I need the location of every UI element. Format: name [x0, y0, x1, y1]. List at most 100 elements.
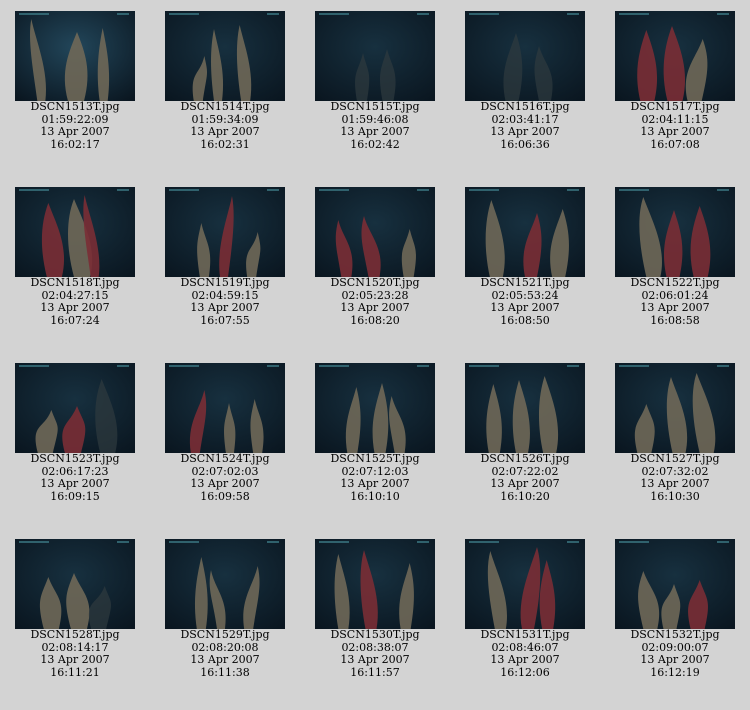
- thumbnail-image[interactable]: [315, 187, 435, 277]
- thumbnail-caption: DSCN1526T.jpg 02:07:22:02 13 Apr 2007 16:10…: [460, 452, 590, 503]
- capture-time: 16:08:58: [650, 313, 700, 327]
- file-name[interactable]: DSCN1514T.jpg: [160, 100, 290, 114]
- gallery-item[interactable]: DSCN1522T.jpg 02:06:01:24 13 Apr 2007 16:08…: [610, 187, 750, 347]
- thumbnail-image[interactable]: [465, 11, 585, 101]
- video-watermark: [717, 189, 729, 191]
- video-watermark: [117, 541, 129, 543]
- file-name[interactable]: DSCN1516T.jpg: [460, 100, 590, 114]
- file-name[interactable]: DSCN1527T.jpg: [610, 452, 740, 466]
- gallery-item[interactable]: DSCN1514T.jpg 01:59:34:09 13 Apr 2007 16:02…: [160, 11, 300, 171]
- video-watermark: [567, 13, 579, 15]
- file-name[interactable]: DSCN1517T.jpg: [610, 100, 740, 114]
- file-name[interactable]: DSCN1521T.jpg: [460, 276, 590, 290]
- thumbnail-image[interactable]: [315, 11, 435, 101]
- video-watermark: [117, 365, 129, 367]
- capture-time: 16:02:42: [350, 137, 400, 151]
- file-name[interactable]: DSCN1523T.jpg: [10, 452, 140, 466]
- thumbnail-image[interactable]: [465, 363, 585, 453]
- thumbnail-image[interactable]: [465, 539, 585, 629]
- thumbnail-gallery: DSCN1513T.jpg 01:59:22:09 13 Apr 2007 16:02…: [0, 0, 750, 710]
- video-watermark: [567, 189, 579, 191]
- thumbnail-image[interactable]: [615, 363, 735, 453]
- gallery-item[interactable]: DSCN1517T.jpg 02:04:11:15 13 Apr 2007 16:07…: [610, 11, 750, 171]
- gallery-item[interactable]: DSCN1532T.jpg 02:09:00:07 13 Apr 2007 16:12…: [610, 539, 750, 699]
- capture-date: 13 Apr 2007: [40, 477, 110, 490]
- gallery-item[interactable]: DSCN1530T.jpg 02:08:38:07 13 Apr 2007 16:11…: [310, 539, 450, 699]
- gallery-item[interactable]: DSCN1526T.jpg 02:07:22:02 13 Apr 2007 16:10…: [460, 363, 600, 523]
- thumbnail-image[interactable]: [15, 363, 135, 453]
- file-name[interactable]: DSCN1532T.jpg: [610, 628, 740, 642]
- file-name[interactable]: DSCN1513T.jpg: [10, 100, 140, 114]
- thumbnail-image[interactable]: [165, 11, 285, 101]
- video-watermark: [717, 365, 729, 367]
- video-watermark: [469, 365, 499, 367]
- thumbnail-image[interactable]: [465, 187, 585, 277]
- thumbnail-caption: DSCN1530T.jpg 02:08:38:07 13 Apr 2007 16:11…: [310, 628, 440, 679]
- thumbnail-image[interactable]: [615, 11, 735, 101]
- file-name[interactable]: DSCN1528T.jpg: [10, 628, 140, 642]
- video-watermark: [19, 365, 49, 367]
- thumbnail-image[interactable]: [15, 539, 135, 629]
- thumbnail-image[interactable]: [165, 539, 285, 629]
- capture-time: 16:08:50: [500, 313, 550, 327]
- file-name[interactable]: DSCN1530T.jpg: [310, 628, 440, 642]
- file-name[interactable]: DSCN1529T.jpg: [160, 628, 290, 642]
- thumbnail-image[interactable]: [165, 187, 285, 277]
- gallery-item[interactable]: DSCN1525T.jpg 02:07:12:03 13 Apr 2007 16:10…: [310, 363, 450, 523]
- gallery-item[interactable]: DSCN1521T.jpg 02:05:53:24 13 Apr 2007 16:08…: [460, 187, 600, 347]
- file-name[interactable]: DSCN1520T.jpg: [310, 276, 440, 290]
- file-name[interactable]: DSCN1531T.jpg: [460, 628, 590, 642]
- gallery-item[interactable]: DSCN1520T.jpg 02:05:23:28 13 Apr 2007 16:08…: [310, 187, 450, 347]
- video-watermark: [717, 541, 729, 543]
- video-watermark: [319, 189, 349, 191]
- underwater-background: [165, 11, 285, 101]
- thumbnail-image[interactable]: [615, 539, 735, 629]
- video-watermark: [469, 189, 499, 191]
- file-name[interactable]: DSCN1526T.jpg: [460, 452, 590, 466]
- gallery-item[interactable]: DSCN1515T.jpg 01:59:46:08 13 Apr 2007 16:02…: [310, 11, 450, 171]
- thumbnail-image[interactable]: [15, 187, 135, 277]
- gallery-item[interactable]: DSCN1519T.jpg 02:04:59:15 13 Apr 2007 16:07…: [160, 187, 300, 347]
- video-watermark: [319, 365, 349, 367]
- gallery-item[interactable]: DSCN1523T.jpg 02:06:17:23 13 Apr 2007 16:09…: [10, 363, 150, 523]
- thumbnail-image[interactable]: [315, 363, 435, 453]
- capture-time: 16:06:36: [500, 137, 550, 151]
- gallery-item[interactable]: DSCN1528T.jpg 02:08:14:17 13 Apr 2007 16:11…: [10, 539, 150, 699]
- gallery-item[interactable]: DSCN1527T.jpg 02:07:32:02 13 Apr 2007 16:10…: [610, 363, 750, 523]
- file-name[interactable]: DSCN1524T.jpg: [160, 452, 290, 466]
- capture-date: 13 Apr 2007: [640, 477, 710, 490]
- capture-time: 16:11:21: [50, 665, 100, 679]
- thumbnail-image[interactable]: [315, 539, 435, 629]
- gallery-item[interactable]: DSCN1531T.jpg 02:08:46:07 13 Apr 2007 16:12…: [460, 539, 600, 699]
- gallery-item[interactable]: DSCN1529T.jpg 02:08:20:08 13 Apr 2007 16:11…: [160, 539, 300, 699]
- capture-date: 13 Apr 2007: [190, 125, 260, 138]
- thumbnail-caption: DSCN1525T.jpg 02:07:12:03 13 Apr 2007 16:10…: [310, 452, 440, 503]
- thumbnail-caption: DSCN1531T.jpg 02:08:46:07 13 Apr 2007 16:12…: [460, 628, 590, 679]
- video-watermark: [417, 541, 429, 543]
- video-watermark: [319, 541, 349, 543]
- capture-date: 13 Apr 2007: [190, 301, 260, 314]
- video-watermark: [417, 365, 429, 367]
- gallery-item[interactable]: DSCN1513T.jpg 01:59:22:09 13 Apr 2007 16:02…: [10, 11, 150, 171]
- thumbnail-caption: DSCN1519T.jpg 02:04:59:15 13 Apr 2007 16:07…: [160, 276, 290, 327]
- capture-time: 16:11:38: [200, 665, 250, 679]
- video-watermark: [117, 189, 129, 191]
- file-name[interactable]: DSCN1522T.jpg: [610, 276, 740, 290]
- gallery-item[interactable]: DSCN1518T.jpg 02:04:27:15 13 Apr 2007 16:07…: [10, 187, 150, 347]
- capture-date: 13 Apr 2007: [340, 125, 410, 138]
- thumbnail-caption: DSCN1516T.jpg 02:03:41:17 13 Apr 2007 16:06…: [460, 100, 590, 151]
- gallery-item[interactable]: DSCN1516T.jpg 02:03:41:17 13 Apr 2007 16:06…: [460, 11, 600, 171]
- file-name[interactable]: DSCN1518T.jpg: [10, 276, 140, 290]
- thumbnail-caption: DSCN1532T.jpg 02:09:00:07 13 Apr 2007 16:12…: [610, 628, 740, 679]
- video-watermark: [169, 365, 199, 367]
- file-name[interactable]: DSCN1519T.jpg: [160, 276, 290, 290]
- file-name[interactable]: DSCN1525T.jpg: [310, 452, 440, 466]
- thumbnail-caption: DSCN1522T.jpg 02:06:01:24 13 Apr 2007 16:08…: [610, 276, 740, 327]
- capture-date: 13 Apr 2007: [490, 125, 560, 138]
- thumbnail-image[interactable]: [165, 363, 285, 453]
- gallery-item[interactable]: DSCN1524T.jpg 02:07:02:03 13 Apr 2007 16:09…: [160, 363, 300, 523]
- file-name[interactable]: DSCN1515T.jpg: [310, 100, 440, 114]
- thumbnail-image[interactable]: [615, 187, 735, 277]
- capture-date: 13 Apr 2007: [190, 653, 260, 666]
- thumbnail-image[interactable]: [15, 11, 135, 101]
